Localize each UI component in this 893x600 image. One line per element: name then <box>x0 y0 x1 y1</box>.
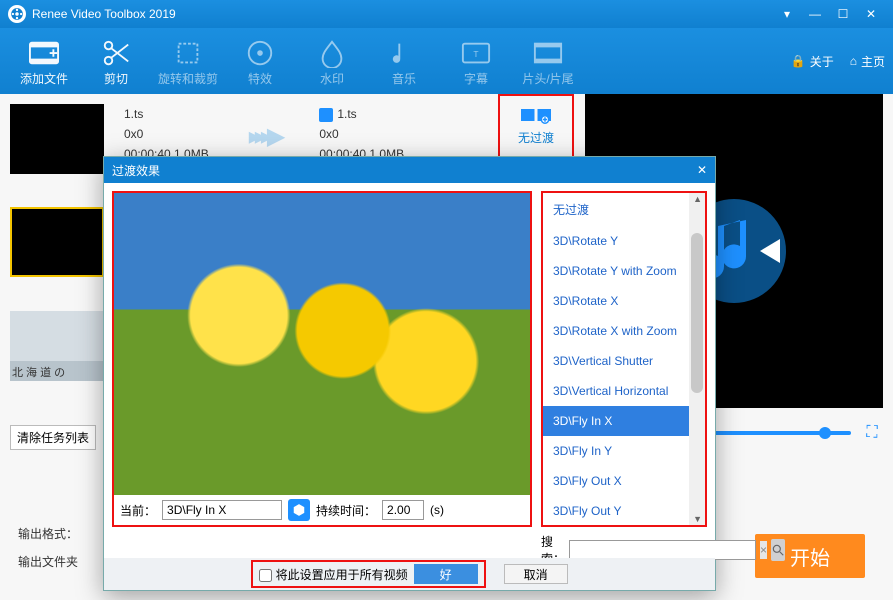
lock-icon: 🔒 <box>791 54 806 68</box>
source-thumb[interactable] <box>10 104 104 174</box>
dialog-title: 过渡效果 <box>112 162 160 179</box>
clear-search-button[interactable]: × <box>760 541 767 559</box>
effect-item[interactable]: 3D\Fly Out Y <box>543 496 705 525</box>
subtitle-icon: T <box>440 36 512 70</box>
dialog-titlebar: 过渡效果 ✕ <box>104 157 715 183</box>
current-effect-input[interactable] <box>162 500 282 520</box>
effect-item[interactable]: 无过渡 <box>543 193 705 226</box>
film-add-icon <box>8 36 80 70</box>
dest-info: 1.ts 0x0 00:00:40 1.0MB <box>319 104 404 164</box>
app-title: Renee Video Toolbox 2019 <box>32 7 176 21</box>
droplet-icon <box>296 36 368 70</box>
dialog-close-button[interactable]: ✕ <box>697 163 707 177</box>
apply-all-box: 将此设置应用于所有视频 好 <box>251 560 485 588</box>
home-link[interactable]: ⌂主页 <box>850 53 885 70</box>
titlebar: Renee Video Toolbox 2019 ▾ — ☐ ✕ <box>0 0 893 28</box>
search-input[interactable] <box>569 540 756 560</box>
add-file-button[interactable]: 添加文件 <box>8 36 80 87</box>
output-format-label: 输出格式： <box>18 525 78 542</box>
effect-item[interactable]: 3D\Rotate X with Zoom <box>543 316 705 346</box>
duration-input[interactable] <box>382 500 424 520</box>
effect-item[interactable]: 3D\Vertical Horizontal <box>543 376 705 406</box>
cut-button[interactable]: 剪切 <box>80 36 152 87</box>
duration-unit: (s) <box>430 503 444 517</box>
preview-cube-button[interactable] <box>288 499 310 521</box>
effect-item[interactable]: 3D\Fly Out X <box>543 466 705 496</box>
cancel-button[interactable]: 取消 <box>504 564 568 584</box>
file-thumb-3-label: 北 海 道 の <box>12 364 65 380</box>
scrollbar[interactable] <box>689 193 705 525</box>
close-button[interactable]: ✕ <box>857 7 885 21</box>
dropdown-icon[interactable]: ▾ <box>773 7 801 21</box>
svg-text:T: T <box>473 48 478 58</box>
apply-all-checkbox-label[interactable]: 将此设置应用于所有视频 <box>259 566 407 583</box>
effect-preview-image <box>114 193 530 499</box>
fx-icon <box>224 36 296 70</box>
effect-item[interactable]: 3D\Fly In Y <box>543 436 705 466</box>
main-toolbar: 添加文件 剪切 旋转和裁剪 特效 水印 音乐 T 字幕 片头/片尾 🔒关于 ⌂主… <box>0 28 893 94</box>
dialog-footer: 将此设置应用于所有视频 好 取消 <box>104 558 715 590</box>
minimize-button[interactable]: — <box>801 7 829 21</box>
scissors-icon <box>80 36 152 70</box>
current-label: 当前： <box>120 502 156 519</box>
effect-item[interactable]: 3D\Vertical Shutter <box>543 346 705 376</box>
watermark-button[interactable]: 水印 <box>296 36 368 87</box>
about-link[interactable]: 🔒关于 <box>791 53 834 70</box>
maximize-button[interactable]: ☐ <box>829 7 857 21</box>
crop-icon <box>152 36 224 70</box>
source-info: 1.ts 0x0 00:00:40 1.0MB <box>124 104 209 164</box>
clear-list-button[interactable]: 清除任务列表 <box>10 425 96 450</box>
effects-button[interactable]: 特效 <box>224 36 296 87</box>
note-icon <box>368 36 440 70</box>
transition-dialog: 过渡效果 ✕ 当前： 持续时间： (s) 无过渡3D\Rotate Y3D\Ro… <box>103 156 716 591</box>
effect-item[interactable]: 3D\Rotate Y with Zoom <box>543 256 705 286</box>
output-folder-label: 输出文件夹 <box>18 553 78 570</box>
film-icon <box>512 36 584 70</box>
app-logo-icon <box>8 5 26 23</box>
fullscreen-icon[interactable]: ⛶ <box>861 422 883 444</box>
scroll-down-icon[interactable]: ▼ <box>693 514 702 524</box>
effect-item[interactable]: 3D\Rotate X <box>543 286 705 316</box>
scroll-up-icon[interactable]: ▲ <box>693 194 702 204</box>
duration-label: 持续时间： <box>316 502 376 519</box>
effect-item[interactable]: 3D\Fly In X <box>543 406 705 436</box>
ok-button[interactable]: 好 <box>414 564 478 584</box>
arrow-icon: ▸▸▸▶ <box>249 122 280 151</box>
music-button[interactable]: 音乐 <box>368 36 440 87</box>
apply-all-checkbox[interactable] <box>259 569 272 582</box>
effect-list: 无过渡3D\Rotate Y3D\Rotate Y with Zoom3D\Ro… <box>541 191 707 527</box>
intro-outro-button[interactable]: 片头/片尾 <box>512 36 584 87</box>
rotate-crop-button[interactable]: 旋转和裁剪 <box>152 36 224 87</box>
subtitle-button[interactable]: T 字幕 <box>440 36 512 87</box>
pencil-icon <box>319 108 333 122</box>
transition-button[interactable]: 无过渡 <box>498 94 574 164</box>
search-button[interactable] <box>771 539 785 561</box>
param-row: 当前： 持续时间： (s) <box>114 495 530 525</box>
effect-preview-panel: 当前： 持续时间： (s) <box>112 191 532 527</box>
home-icon: ⌂ <box>850 54 857 68</box>
file-thumb-2[interactable] <box>10 207 104 277</box>
transition-icon <box>521 104 551 126</box>
effect-item[interactable]: 3D\Rotate Y <box>543 226 705 256</box>
